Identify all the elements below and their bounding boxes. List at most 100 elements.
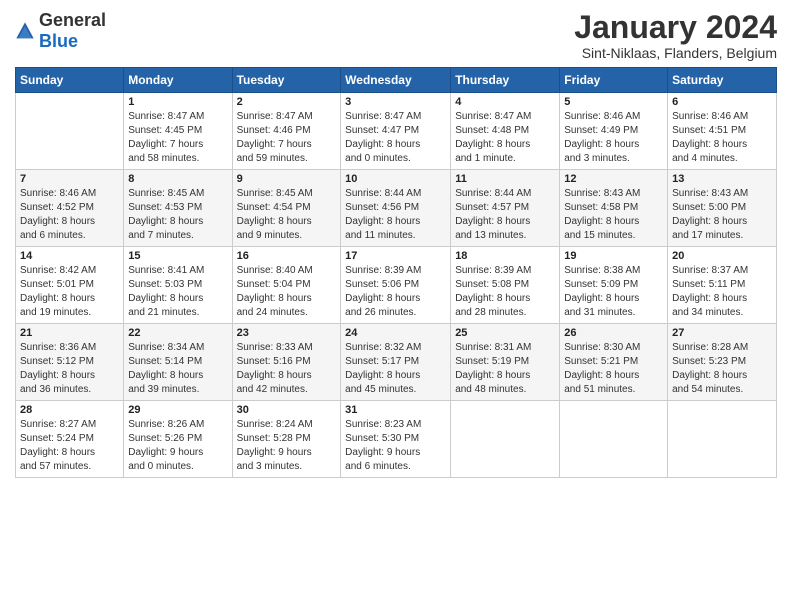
day-number: 5: [564, 96, 663, 108]
day-number: 26: [564, 327, 663, 339]
day-info: Sunrise: 8:47 AM Sunset: 4:48 PM Dayligh…: [455, 110, 555, 166]
table-row: [560, 401, 668, 478]
table-row: 27Sunrise: 8:28 AM Sunset: 5:23 PM Dayli…: [668, 324, 777, 401]
header: General Blue January 2024 Sint-Niklaas, …: [15, 10, 777, 61]
header-thursday: Thursday: [451, 68, 560, 93]
table-row: 4 Sunrise: 8:47 AM Sunset: 4:48 PM Daylig…: [451, 93, 560, 170]
day-number: 10: [345, 173, 446, 185]
table-row: 2Sunrise: 8:47 AM Sunset: 4:46 PM Daylig…: [232, 93, 341, 170]
day-number: 25: [455, 327, 555, 339]
day-info: Sunrise: 8:31 AM Sunset: 5:19 PM Dayligh…: [455, 341, 555, 397]
day-info: Sunrise: 8:36 AM Sunset: 5:12 PM Dayligh…: [20, 341, 119, 397]
table-row: 7 Sunrise: 8:46 AM Sunset: 4:52 PM Daylig…: [16, 170, 124, 247]
day-number: 20: [672, 250, 772, 262]
table-row: 3Sunrise: 8:47 AM Sunset: 4:47 PM Daylig…: [341, 93, 451, 170]
day-info: Sunrise: 8:32 AM Sunset: 5:17 PM Dayligh…: [345, 341, 446, 397]
calendar-week-5: 28 Sunrise: 8:27 AM Sunset: 5:24 PM Dayli…: [16, 401, 777, 478]
day-number: 29: [128, 404, 227, 416]
day-info: Sunrise: 8:42 AM Sunset: 5:01 PM Dayligh…: [20, 264, 119, 320]
day-info: Sunrise: 8:46 AM Sunset: 4:52 PM Dayligh…: [20, 187, 119, 243]
table-row: 30 Sunrise: 8:24 AM Sunset: 5:28 PM Dayli…: [232, 401, 341, 478]
subtitle: Sint-Niklaas, Flanders, Belgium: [574, 45, 777, 61]
table-row: 29 Sunrise: 8:26 AM Sunset: 5:26 PM Dayli…: [124, 401, 232, 478]
day-info: Sunrise: 8:40 AM Sunset: 5:04 PM Dayligh…: [237, 264, 337, 320]
day-info: Sunrise: 8:33 AM Sunset: 5:16 PM Dayligh…: [237, 341, 337, 397]
header-wednesday: Wednesday: [341, 68, 451, 93]
day-info: Sunrise: 8:47 AM Sunset: 4:47 PM Dayligh…: [345, 110, 446, 166]
day-info: Sunrise: 8:46 AM Sunset: 4:49 PM Dayligh…: [564, 110, 663, 166]
day-number: 18: [455, 250, 555, 262]
table-row: 25 Sunrise: 8:31 AM Sunset: 5:19 PM Dayli…: [451, 324, 560, 401]
day-number: 6: [672, 96, 772, 108]
day-number: 9: [237, 173, 337, 185]
day-info: Sunrise: 8:24 AM Sunset: 5:28 PM Dayligh…: [237, 418, 337, 474]
table-row: 10Sunrise: 8:44 AM Sunset: 4:56 PM Dayli…: [341, 170, 451, 247]
header-tuesday: Tuesday: [232, 68, 341, 93]
day-number: 23: [237, 327, 337, 339]
day-number: 21: [20, 327, 119, 339]
table-row: 5 Sunrise: 8:46 AM Sunset: 4:49 PM Daylig…: [560, 93, 668, 170]
table-row: 16 Sunrise: 8:40 AM Sunset: 5:04 PM Dayli…: [232, 247, 341, 324]
day-info: Sunrise: 8:43 AM Sunset: 5:00 PM Dayligh…: [672, 187, 772, 243]
day-info: Sunrise: 8:47 AM Sunset: 4:46 PM Dayligh…: [237, 110, 337, 166]
day-number: 13: [672, 173, 772, 185]
day-info: Sunrise: 8:34 AM Sunset: 5:14 PM Dayligh…: [128, 341, 227, 397]
day-info: Sunrise: 8:27 AM Sunset: 5:24 PM Dayligh…: [20, 418, 119, 474]
day-number: 22: [128, 327, 227, 339]
day-info: Sunrise: 8:26 AM Sunset: 5:26 PM Dayligh…: [128, 418, 227, 474]
table-row: 31Sunrise: 8:23 AM Sunset: 5:30 PM Dayli…: [341, 401, 451, 478]
header-friday: Friday: [560, 68, 668, 93]
day-info: Sunrise: 8:41 AM Sunset: 5:03 PM Dayligh…: [128, 264, 227, 320]
day-info: Sunrise: 8:39 AM Sunset: 5:06 PM Dayligh…: [345, 264, 446, 320]
page: General Blue January 2024 Sint-Niklaas, …: [0, 0, 792, 612]
calendar-header-row: Sunday Monday Tuesday Wednesday Thursday…: [16, 68, 777, 93]
table-row: 21 Sunrise: 8:36 AM Sunset: 5:12 PM Dayli…: [16, 324, 124, 401]
day-number: 16: [237, 250, 337, 262]
day-number: 12: [564, 173, 663, 185]
day-info: Sunrise: 8:43 AM Sunset: 4:58 PM Dayligh…: [564, 187, 663, 243]
header-monday: Monday: [124, 68, 232, 93]
table-row: 14Sunrise: 8:42 AM Sunset: 5:01 PM Dayli…: [16, 247, 124, 324]
table-row: [451, 401, 560, 478]
day-info: Sunrise: 8:45 AM Sunset: 4:54 PM Dayligh…: [237, 187, 337, 243]
day-info: Sunrise: 8:47 AM Sunset: 4:45 PM Dayligh…: [128, 110, 227, 166]
day-info: Sunrise: 8:37 AM Sunset: 5:11 PM Dayligh…: [672, 264, 772, 320]
table-row: 8Sunrise: 8:45 AM Sunset: 4:53 PM Daylig…: [124, 170, 232, 247]
calendar-week-3: 14Sunrise: 8:42 AM Sunset: 5:01 PM Dayli…: [16, 247, 777, 324]
table-row: 22 Sunrise: 8:34 AM Sunset: 5:14 PM Dayli…: [124, 324, 232, 401]
day-number: 1: [128, 96, 227, 108]
table-row: [16, 93, 124, 170]
table-row: 6Sunrise: 8:46 AM Sunset: 4:51 PM Daylig…: [668, 93, 777, 170]
calendar-week-2: 7 Sunrise: 8:46 AM Sunset: 4:52 PM Daylig…: [16, 170, 777, 247]
table-row: 17 Sunrise: 8:39 AM Sunset: 5:06 PM Dayli…: [341, 247, 451, 324]
day-number: 7: [20, 173, 119, 185]
day-number: 30: [237, 404, 337, 416]
table-row: 28 Sunrise: 8:27 AM Sunset: 5:24 PM Dayli…: [16, 401, 124, 478]
table-row: 20 Sunrise: 8:37 AM Sunset: 5:11 PM Dayli…: [668, 247, 777, 324]
logo-text: General Blue: [39, 10, 106, 52]
table-row: 19Sunrise: 8:38 AM Sunset: 5:09 PM Dayli…: [560, 247, 668, 324]
day-number: 31: [345, 404, 446, 416]
table-row: 18 Sunrise: 8:39 AM Sunset: 5:08 PM Dayli…: [451, 247, 560, 324]
table-row: [668, 401, 777, 478]
day-number: 19: [564, 250, 663, 262]
logo: General Blue: [15, 10, 106, 52]
header-sunday: Sunday: [16, 68, 124, 93]
table-row: 12 Sunrise: 8:43 AM Sunset: 4:58 PM Dayli…: [560, 170, 668, 247]
day-info: Sunrise: 8:28 AM Sunset: 5:23 PM Dayligh…: [672, 341, 772, 397]
title-area: January 2024 Sint-Niklaas, Flanders, Bel…: [574, 10, 777, 61]
calendar-week-1: 1 Sunrise: 8:47 AM Sunset: 4:45 PM Daylig…: [16, 93, 777, 170]
calendar-week-4: 21 Sunrise: 8:36 AM Sunset: 5:12 PM Dayli…: [16, 324, 777, 401]
day-number: 4: [455, 96, 555, 108]
day-info: Sunrise: 8:39 AM Sunset: 5:08 PM Dayligh…: [455, 264, 555, 320]
calendar: Sunday Monday Tuesday Wednesday Thursday…: [15, 67, 777, 478]
day-info: Sunrise: 8:45 AM Sunset: 4:53 PM Dayligh…: [128, 187, 227, 243]
day-number: 28: [20, 404, 119, 416]
day-number: 17: [345, 250, 446, 262]
table-row: 24Sunrise: 8:32 AM Sunset: 5:17 PM Dayli…: [341, 324, 451, 401]
main-title: January 2024: [574, 10, 777, 45]
table-row: 11Sunrise: 8:44 AM Sunset: 4:57 PM Dayli…: [451, 170, 560, 247]
logo-blue: Blue: [39, 31, 78, 51]
day-info: Sunrise: 8:30 AM Sunset: 5:21 PM Dayligh…: [564, 341, 663, 397]
header-saturday: Saturday: [668, 68, 777, 93]
